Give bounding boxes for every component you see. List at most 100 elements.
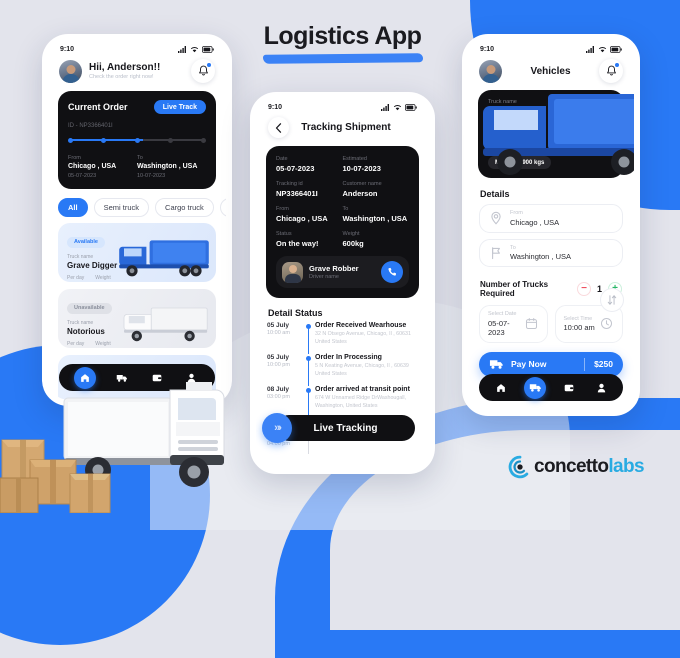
truck-card[interactable]: Unavailable Truck name Notorious Per day… (58, 289, 216, 348)
truck-icon (529, 384, 541, 392)
shipment-customer: Customer name Anderson (343, 181, 410, 198)
home-icon (497, 383, 505, 392)
phone-icon (388, 267, 397, 276)
bell-icon (606, 65, 616, 76)
select-date-field[interactable]: Select Date 05-07-2023 (479, 305, 548, 343)
customer-name-label: Customer name (342, 181, 382, 187)
filter-chip-cargo-truck[interactable]: Cargo truck (155, 198, 214, 217)
blue-truck-hero-image (483, 94, 634, 175)
live-track-button[interactable]: Live Track (153, 100, 206, 114)
chevrons-right-icon: »› (262, 413, 292, 443)
customer-name-value: Anderson (342, 189, 378, 198)
timeline-time: 10:00 pm (267, 361, 290, 368)
battery-icon (202, 46, 214, 53)
destination-flag-icon (489, 246, 503, 260)
bell-badge-dot (207, 63, 211, 67)
truck-card[interactable]: Available Truck name Grave Digger Per da… (58, 223, 216, 282)
call-driver-button[interactable] (381, 261, 403, 283)
swap-route-button[interactable] (600, 288, 624, 312)
to-field[interactable]: To Washington , USA (479, 238, 623, 267)
order-to-date: 10-07-2023 (137, 173, 166, 179)
progress-dot (134, 137, 140, 143)
notification-bell-button[interactable] (191, 59, 215, 83)
shipment-status-row: Status On the way! Weight 600kg (276, 231, 409, 248)
nav-home-button[interactable] (492, 379, 509, 396)
brand-logo: concettolabs (508, 455, 645, 479)
phone-left-home: 9:10 Hii, Anderson!! Check the order rig… (42, 34, 232, 406)
filter-chip-partial[interactable]: C (219, 198, 226, 217)
shipment-from-value: Chicago , USA (276, 214, 328, 223)
nav-wallet-button[interactable] (561, 379, 578, 396)
order-to: To Washington , USA 10-07-2023 (137, 155, 206, 179)
right-screen: 9:10 Vehicles Truck name Grave Digger Pe… (468, 40, 634, 410)
filter-chip-semi-truck[interactable]: Semi truck (93, 198, 150, 217)
bell-icon (198, 65, 208, 76)
shipment-date-value: 05-07-2023 (276, 164, 315, 173)
from-field[interactable]: From Chicago , USA (479, 204, 623, 233)
pay-now-button[interactable]: Pay Now $250 (479, 351, 623, 377)
driver-info: Grave Robber Driver name (309, 264, 359, 280)
timeline-day: 05 July (267, 353, 290, 361)
status-time: 9:10 (268, 104, 283, 111)
shipment-info-card: Date 05-07-2023 Estimated 10-07-2023 Tra… (266, 146, 419, 298)
truck-weight-block: Weight 8 Ton (95, 341, 113, 348)
from-label: From (510, 210, 523, 216)
greeting-block: Hii, Anderson!! Check the order right no… (89, 62, 160, 80)
status-bar-left: 9:10 (48, 40, 226, 55)
timeline-day: 08 July (267, 385, 290, 393)
shipment-status: Status On the way! (276, 231, 343, 248)
filter-chip-all[interactable]: All (58, 198, 88, 217)
status-bar-middle: 9:10 (256, 98, 429, 113)
current-order-card: Current Order Live Track ID - NP3366401I… (58, 91, 216, 189)
order-from-date: 05-07-2023 (68, 173, 97, 179)
select-time-label: Select Time (563, 315, 593, 322)
vehicles-title: Vehicles (530, 65, 571, 77)
tracking-id-value: NP3366401I (276, 189, 318, 198)
to-field-text: To Washington , USA (510, 245, 571, 262)
detail-status-title: Detail Status (268, 308, 323, 318)
title-underline (262, 53, 423, 64)
pay-now-label: Pay Now (511, 359, 547, 369)
timeline-point (305, 355, 311, 361)
timeline-heading: Order Received Wearhouse (315, 322, 407, 329)
status-time: 9:10 (480, 46, 495, 53)
live-tracking-button[interactable]: »› Live Tracking (262, 413, 415, 443)
order-to-label: To (137, 155, 143, 161)
truck-weight-block: Weight 8 Ton (95, 275, 113, 282)
shipment-to: To Washington , USA (343, 206, 410, 223)
truck-price-label: Per day (67, 275, 85, 281)
select-date-label: Select Date (488, 311, 517, 317)
trucks-required-label: Number of Trucks Required (480, 280, 549, 298)
bell-badge-dot (615, 63, 619, 67)
to-label: To (510, 244, 516, 251)
progress-dot (68, 137, 73, 143)
live-tracking-label: Live Tracking (313, 422, 378, 434)
shipment-status-value: On the way! (276, 239, 319, 248)
page-title: Logistics App (263, 22, 422, 50)
vehicle-hero-card: Truck name Grave Digger Per day $50 Weig… (478, 90, 634, 178)
shipment-date: Date 05-07-2023 (276, 156, 343, 173)
timeline-rail (303, 386, 315, 418)
phone-middle-tracking: 9:10 Tracking Shipment Date 05-07-2023 E… (250, 92, 435, 474)
order-from-label: From (68, 155, 81, 161)
nav-profile-button[interactable] (593, 379, 610, 396)
truck-price-block: Per day $50 (67, 341, 84, 348)
nav-truck-button[interactable] (524, 376, 547, 399)
wallet-icon (565, 384, 574, 391)
truck-status-badge: Unavailable (67, 302, 112, 314)
truck-weight-label: Weight (95, 341, 111, 347)
decrement-trucks-button[interactable]: − (577, 282, 591, 296)
avatar[interactable] (59, 59, 82, 83)
timeline-day: 05 July (267, 322, 290, 329)
from-field-text: From Chicago , USA (510, 210, 559, 227)
back-button[interactable] (268, 117, 289, 138)
truck-type-filters: All Semi truck Cargo truck C (48, 189, 226, 223)
shipment-estimated: Estimated 10-07-2023 (343, 156, 410, 173)
left-screen: 9:10 Hii, Anderson!! Check the order rig… (48, 40, 226, 400)
from-value: Chicago , USA (510, 217, 560, 227)
shipment-weight-label: Weight (342, 231, 360, 237)
brand-name-blue: labs (608, 456, 644, 477)
wifi-icon (190, 47, 199, 53)
brand-name-dark: concetto (534, 456, 609, 477)
timeline-item: 08 July 03:00 pm Order arrived at transi… (267, 386, 418, 418)
